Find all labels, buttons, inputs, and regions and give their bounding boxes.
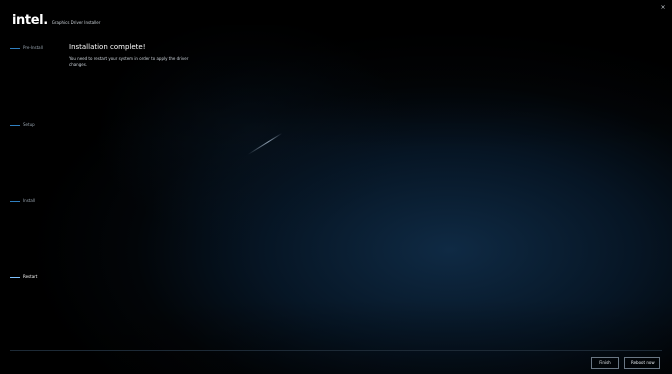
reboot-now-button[interactable]: Reboot now [624, 357, 660, 369]
step-indicator [10, 47, 20, 49]
close-button[interactable]: × [659, 4, 667, 12]
step-label: Restart [23, 274, 38, 279]
step-label: Install [23, 198, 36, 203]
step-list: Pre-Install Setup Install Restart [0, 0, 60, 374]
step-install: Install [10, 198, 35, 204]
page-title: Installation complete! [69, 43, 146, 51]
finish-button[interactable]: Finish [591, 357, 619, 369]
footer-divider [10, 350, 662, 351]
step-label: Setup [23, 122, 35, 127]
step-indicator [10, 200, 20, 202]
step-indicator [10, 276, 20, 278]
page-description: You need to restart your system in order… [69, 56, 189, 67]
step-indicator [10, 124, 20, 126]
step-label: Pre-Install [23, 45, 43, 50]
step-pre-install: Pre-Install [10, 45, 43, 51]
installer-window: intel. Graphics Driver Installer × Pre-I… [0, 0, 672, 374]
step-setup: Setup [10, 122, 35, 128]
step-restart: Restart [10, 274, 37, 280]
main-content: Installation complete! You need to resta… [69, 43, 229, 68]
footer: Finish Reboot now [591, 357, 660, 369]
close-icon: × [660, 4, 666, 11]
